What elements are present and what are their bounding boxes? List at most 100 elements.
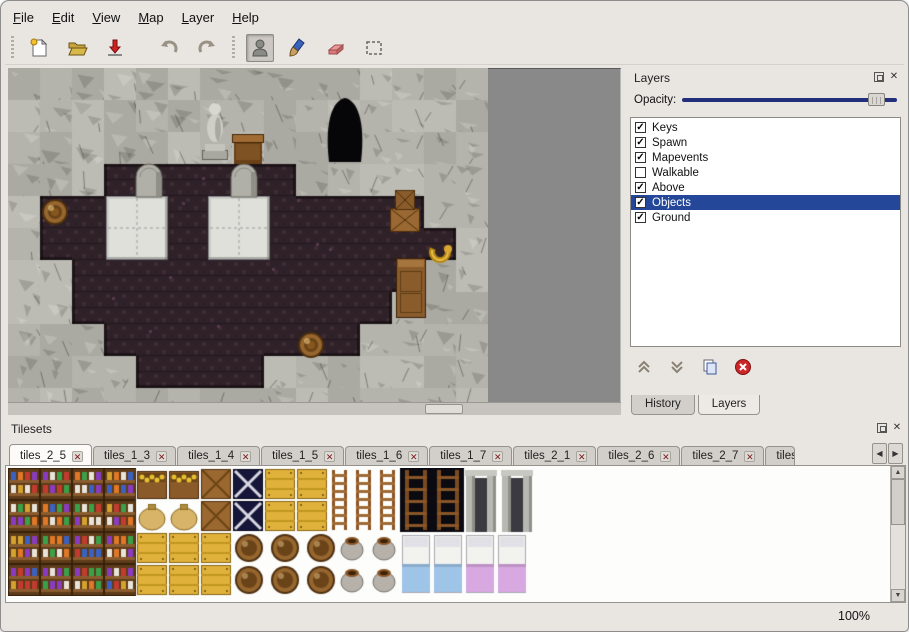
- tileset-tab-label: tiles_1_7: [440, 450, 486, 462]
- eraser-tool-button[interactable]: [322, 34, 350, 62]
- screen: File Edit View Map Layer Help: [0, 0, 909, 632]
- chevron-up-icon: [635, 358, 653, 376]
- scroll-tabs-left-button[interactable]: ◀: [872, 443, 887, 464]
- layer-checkbox[interactable]: ✓: [635, 122, 646, 133]
- close-tab-icon[interactable]: ✕: [576, 451, 587, 462]
- layer-label: Ground: [652, 212, 690, 224]
- statusbar: 100%: [1, 603, 908, 631]
- save-button[interactable]: [101, 34, 129, 62]
- layer-row-walkable[interactable]: Walkable: [631, 165, 900, 180]
- opacity-label: Opacity:: [634, 94, 676, 106]
- close-tab-icon[interactable]: ✕: [408, 451, 419, 462]
- close-tab-icon[interactable]: ✕: [744, 451, 755, 462]
- tab-layers[interactable]: Layers: [698, 395, 761, 415]
- layer-checkbox[interactable]: ✓: [635, 212, 646, 223]
- save-icon: [104, 37, 126, 59]
- scroll-down-arrow[interactable]: ▼: [891, 589, 905, 602]
- undo-button[interactable]: [155, 34, 183, 62]
- layers-panel-tabs: History Layers: [631, 395, 760, 415]
- tileset-tab-label: tiles_2_6: [608, 450, 654, 462]
- tileset-tab[interactable]: tiles_2_1 ✕: [513, 446, 596, 465]
- layer-row-ground[interactable]: ✓ Ground: [631, 210, 900, 225]
- close-tab-icon[interactable]: ✕: [324, 451, 335, 462]
- move-layer-up-button[interactable]: [632, 355, 656, 379]
- brush-tool-icon: [287, 37, 309, 59]
- layer-list: ✓ Keys ✓ Spawn ✓ Mapevents Walkable ✓ Ab…: [630, 117, 901, 347]
- close-tab-icon[interactable]: ✕: [660, 451, 671, 462]
- layer-checkbox[interactable]: ✓: [635, 137, 646, 148]
- tileset-tab[interactable]: tiles_1_6 ✕: [345, 446, 428, 465]
- tileset-tab[interactable]: tiles_1_4 ✕: [177, 446, 260, 465]
- opacity-slider-handle[interactable]: [868, 93, 885, 106]
- chevron-down-icon: [668, 358, 686, 376]
- delete-layer-button[interactable]: [731, 355, 755, 379]
- layer-checkbox[interactable]: ✓: [635, 197, 646, 208]
- layer-row-keys[interactable]: ✓ Keys: [631, 120, 900, 135]
- float-panel-icon[interactable]: [877, 423, 887, 433]
- layer-checkbox[interactable]: ✓: [635, 152, 646, 163]
- tileset-canvas[interactable]: [8, 468, 538, 596]
- scroll-tabs-right-button[interactable]: ▶: [888, 443, 903, 464]
- tileset-tab-label: tiles_1_3: [104, 450, 150, 462]
- close-tab-icon[interactable]: ✕: [72, 451, 83, 462]
- menu-help[interactable]: Help: [224, 7, 267, 28]
- menu-map[interactable]: Map: [130, 7, 171, 28]
- menu-view[interactable]: View: [84, 7, 128, 28]
- layer-row-above[interactable]: ✓ Above: [631, 180, 900, 195]
- close-panel-icon[interactable]: ✕: [888, 71, 900, 83]
- open-button[interactable]: [63, 34, 91, 62]
- tileset-tab-label: tiles_2_7: [692, 450, 738, 462]
- tileset-tab[interactable]: tiles_1_3 ✕: [93, 446, 176, 465]
- tileset-tab[interactable]: tiles_2_6 ✕: [597, 446, 680, 465]
- scrollbar-thumb[interactable]: [891, 479, 905, 525]
- toolbar: [5, 31, 904, 65]
- tab-history[interactable]: History: [631, 395, 695, 415]
- stamp-tool-icon: [249, 37, 271, 59]
- move-layer-down-button[interactable]: [665, 355, 689, 379]
- close-tab-icon[interactable]: ✕: [240, 451, 251, 462]
- tileset-tab[interactable]: tiles_1_7 ✕: [429, 446, 512, 465]
- tileset-tab-label: tiles_2_1: [524, 450, 570, 462]
- toolbar-grip: [11, 36, 14, 60]
- tileset-content: ▲ ▼: [5, 466, 906, 603]
- tileset-vertical-scrollbar[interactable]: ▲ ▼: [890, 466, 905, 602]
- tileset-tab-label: tiles_2_5: [20, 450, 66, 462]
- map-horizontal-scrollbar[interactable]: [8, 402, 621, 415]
- tileset-tab[interactable]: tiles_1_5 ✕: [261, 446, 344, 465]
- float-panel-icon[interactable]: [874, 72, 884, 82]
- brush-tool-button[interactable]: [284, 34, 312, 62]
- tileset-tab-label: tiles_: [776, 450, 795, 462]
- layer-checkbox[interactable]: [635, 167, 646, 178]
- opacity-slider-track[interactable]: [682, 98, 897, 102]
- select-tool-button[interactable]: [360, 34, 388, 62]
- menu-layer[interactable]: Layer: [174, 7, 223, 28]
- tileset-tab-nav: ◀ ▶: [869, 443, 903, 464]
- layers-panel: Layers ✕ Opacity: ✓ Keys ✓ Spawn ✓: [628, 69, 903, 415]
- layer-row-spawn[interactable]: ✓ Spawn: [631, 135, 900, 150]
- close-panel-icon[interactable]: ✕: [891, 422, 903, 434]
- tileset-tab-label: tiles_1_6: [356, 450, 402, 462]
- close-tab-icon[interactable]: ✕: [492, 451, 503, 462]
- layer-row-objects[interactable]: ✓ Objects: [631, 195, 900, 210]
- menu-file[interactable]: File: [5, 7, 42, 28]
- layer-row-mapevents[interactable]: ✓ Mapevents: [631, 150, 900, 165]
- opacity-slider[interactable]: [682, 91, 897, 109]
- new-file-icon: [28, 37, 50, 59]
- redo-button[interactable]: [193, 34, 221, 62]
- map-canvas[interactable]: [8, 68, 488, 402]
- tileset-tab[interactable]: tiles_2_5 ✕: [9, 444, 92, 465]
- tileset-tab[interactable]: tiles_2_7 ✕: [681, 446, 764, 465]
- menu-edit[interactable]: Edit: [44, 7, 82, 28]
- tileset-tab[interactable]: tiles_: [765, 446, 795, 465]
- duplicate-layer-button[interactable]: [698, 355, 722, 379]
- close-tab-icon[interactable]: ✕: [156, 451, 167, 462]
- stamp-tool-button[interactable]: [246, 34, 274, 62]
- tilesets-panel: Tilesets ✕ tiles_2_5 ✕ tiles_1_3 ✕ tiles…: [5, 420, 906, 604]
- app-window: File Edit View Map Layer Help: [0, 0, 909, 632]
- new-button[interactable]: [25, 34, 53, 62]
- scroll-up-arrow[interactable]: ▲: [891, 466, 905, 479]
- menubar: File Edit View Map Layer Help: [5, 5, 904, 29]
- scrollbar-thumb[interactable]: [425, 404, 463, 414]
- layer-label: Walkable: [652, 167, 699, 179]
- layer-checkbox[interactable]: ✓: [635, 182, 646, 193]
